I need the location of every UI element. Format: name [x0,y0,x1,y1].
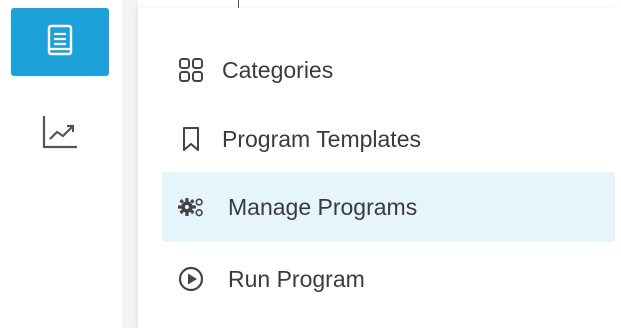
app-root: Categories Program Templates Manage Prog… [0,0,621,328]
menu-item-label: Program Templates [222,125,421,152]
menu-item-manage-programs[interactable]: Manage Programs [162,172,615,242]
rail-item-documents[interactable] [11,8,109,76]
menu-item-run-program[interactable]: Run Program [162,244,615,314]
menu-item-categories[interactable]: Categories [162,35,615,105]
sidebar-rail [0,0,122,328]
menu-item-label: Manage Programs [228,193,418,220]
document-icon [46,24,74,61]
top-tick-mark [238,0,239,8]
play-circle-icon [178,266,204,292]
rail-item-analytics[interactable] [11,100,109,168]
grid-icon [178,57,204,83]
bookmark-icon [178,126,204,152]
menu-item-label: Run Program [228,265,365,292]
rail-divider [122,0,138,328]
flyout-menu: Categories Program Templates Manage Prog… [138,8,621,328]
menu-item-program-templates[interactable]: Program Templates [162,104,615,174]
gears-icon [178,194,204,220]
menu-item-label: Categories [222,56,334,83]
analytics-icon [41,114,79,155]
